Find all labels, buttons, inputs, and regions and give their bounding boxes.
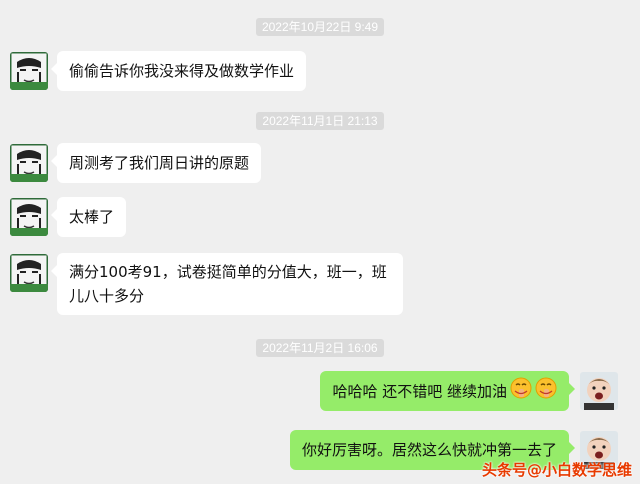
contact-avatar[interactable] [10,144,48,182]
message-text: 哈哈哈 还不错吧 继续加油 [332,382,507,401]
timestamp-label: 2022年11月1日 21:13 [256,112,384,130]
contact-avatar[interactable] [10,52,48,90]
message-text: 周测考了我们周日讲的原题 [69,154,250,172]
contact-avatar[interactable] [10,198,48,236]
message-text-line: 儿八十多分 [69,287,145,305]
message-bubble-outgoing[interactable]: 哈哈哈 还不错吧 继续加油 [320,371,575,411]
message-text: 太棒了 [69,208,115,226]
timestamp: 2022年11月1日 21:13 [0,110,640,130]
message-text: 偷偷告诉你我没来得及做数学作业 [69,62,295,80]
shush-face-emoji [535,377,557,407]
timestamp: 2022年10月22日 9:49 [0,16,640,36]
message-bubble-incoming[interactable]: 满分100考91，试卷挺简单的分值大，班一，班 儿八十多分 [51,253,403,315]
message-bubble-incoming[interactable]: 周测考了我们周日讲的原题 [50,143,262,183]
timestamp-label: 2022年11月2日 16:06 [256,339,384,357]
message-text: 你好厉害呀。居然这么快就冲第一去了 [301,441,557,459]
timestamp-label: 2022年10月22日 9:49 [255,18,385,36]
shush-face-emoji [510,377,532,407]
message-bubble-incoming[interactable]: 太棒了 [50,197,127,237]
watermark: 头条号@小白数学思维 [481,461,632,479]
my-avatar[interactable] [580,372,618,410]
timestamp: 2022年11月2日 16:06 [0,337,640,357]
message-bubble-incoming[interactable]: 偷偷告诉你我没来得及做数学作业 [50,51,307,91]
contact-avatar[interactable] [10,254,48,292]
message-text-line: 满分100考91，试卷挺简单的分值大，班一，班 [69,263,387,281]
